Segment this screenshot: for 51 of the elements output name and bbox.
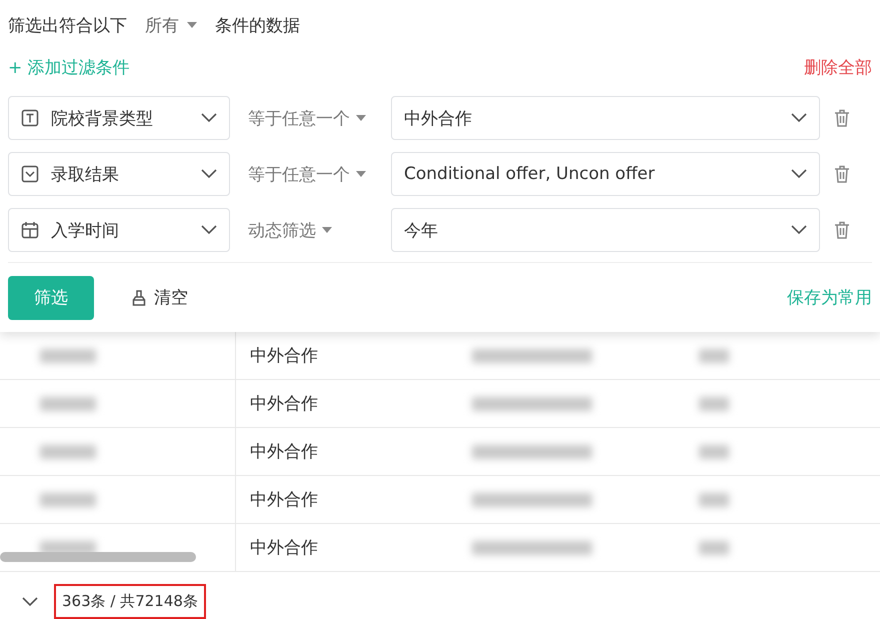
trash-icon — [834, 221, 850, 239]
field-select[interactable]: 院校背景类型 — [8, 96, 230, 140]
operator-dropdown[interactable]: 等于任意一个 — [230, 106, 391, 130]
redacted-text — [40, 444, 96, 458]
redacted-text — [699, 444, 729, 458]
text-field-icon — [21, 109, 39, 127]
redacted-text — [699, 396, 729, 410]
chevron-down-icon — [201, 225, 217, 235]
filter-heading: 条件的数据 — [215, 14, 300, 36]
clear-button[interactable]: 清空 — [132, 286, 188, 309]
delete-all-link[interactable]: 删除全部 — [804, 56, 872, 78]
redacted-text — [699, 348, 729, 362]
operator-dropdown[interactable]: 动态筛选 — [230, 218, 391, 242]
redacted-text — [40, 492, 96, 506]
table-cell: 中外合作 — [235, 428, 450, 475]
redacted-text — [699, 540, 729, 554]
table-cell: 中外合作 — [235, 476, 450, 523]
delete-button[interactable] — [834, 165, 850, 183]
value-select[interactable]: Conditional offer, Uncon offer — [391, 152, 820, 196]
table-cell: 中外合作 — [235, 524, 450, 571]
chevron-down-icon — [791, 169, 807, 179]
caret-icon — [322, 227, 332, 233]
field-select[interactable]: 录取结果 — [8, 152, 230, 196]
scrollbar[interactable] — [0, 552, 196, 562]
value-select[interactable]: 今年 — [391, 208, 820, 252]
match-mode-dropdown[interactable]: 所有 — [145, 14, 197, 36]
delete-button[interactable] — [834, 109, 850, 127]
calendar-icon — [21, 221, 39, 239]
trash-icon — [834, 165, 850, 183]
value-select[interactable]: 中外合作 — [391, 96, 820, 140]
table-cell: 中外合作 — [235, 332, 450, 379]
dropdown-field-icon — [21, 165, 39, 183]
trash-icon — [834, 109, 850, 127]
redacted-text — [40, 348, 96, 362]
caret-icon — [356, 115, 366, 121]
filter-heading: 筛选出符合以下 — [8, 14, 127, 36]
caret-icon — [356, 171, 366, 177]
record-count: 363条 / 共72148条 — [54, 584, 206, 619]
chevron-down-icon — [201, 169, 217, 179]
delete-button[interactable] — [834, 221, 850, 239]
chevron-down-icon — [201, 113, 217, 123]
operator-dropdown[interactable]: 等于任意一个 — [230, 162, 391, 186]
redacted-text — [699, 492, 729, 506]
brush-icon — [132, 290, 146, 306]
chevron-down-icon — [22, 596, 38, 606]
table-cell: 中外合作 — [235, 380, 450, 427]
redacted-text — [40, 396, 96, 410]
chevron-down-icon — [791, 225, 807, 235]
chevron-down-icon — [791, 113, 807, 123]
caret-icon — [187, 22, 197, 28]
field-select[interactable]: 入学时间 — [8, 208, 230, 252]
